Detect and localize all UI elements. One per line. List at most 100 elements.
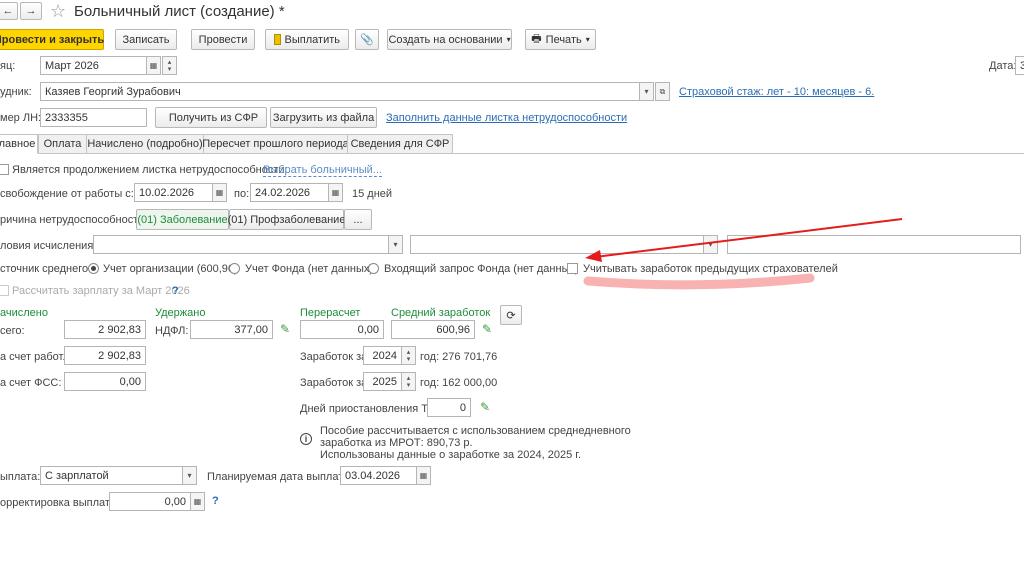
suspend-edit-icon[interactable]: ✎ [480, 400, 490, 414]
tab-main[interactable]: лавное [0, 134, 38, 154]
avg-source-label: сточник среднего: [0, 263, 92, 275]
planned-date-input[interactable]: 03.04.2026 [340, 466, 417, 485]
adjust-help-icon[interactable]: ? [212, 495, 219, 507]
days-count: 15 дней [352, 188, 393, 200]
fss-value: 0,00 [64, 372, 146, 391]
suspend-days-input[interactable]: 0 [427, 398, 471, 417]
select-sick-leave-link[interactable]: Выбрать больничный... [263, 164, 382, 177]
earnings-year2-input[interactable]: 2025 [363, 372, 402, 391]
post-button[interactable]: Провести [191, 29, 255, 50]
adjust-input[interactable]: 0,00 [109, 492, 191, 511]
tab-sfr-info[interactable]: Сведения для СФР [347, 134, 453, 154]
ndfl-edit-icon[interactable]: ✎ [280, 322, 290, 336]
calendar-icon: ▦ [419, 471, 428, 480]
post-and-close-button[interactable]: Провести и закрыть [0, 29, 104, 50]
refresh-button[interactable]: ⟳ [500, 305, 522, 325]
avg-org-label: Учет организации (600,96) [103, 263, 238, 275]
calc-salary-help-icon[interactable]: ? [172, 285, 179, 297]
date-input[interactable]: 3 [1015, 56, 1024, 75]
release-from-label: свобождение от работы с: [0, 188, 134, 200]
conditions-label: ловия исчисления: [0, 240, 97, 252]
avg-fund-label: Учет Фонда (нет данных) [245, 263, 374, 275]
release-from-input[interactable]: 10.02.2026 [134, 183, 213, 202]
tab-payment[interactable]: Оплата [38, 134, 87, 154]
get-from-sfr-button[interactable]: Получить из СФР [155, 107, 267, 128]
calc-salary-label: Рассчитать зарплату за Март 2026 [12, 285, 190, 297]
earnings-year1-input[interactable]: 2024 [363, 346, 402, 365]
avg-org-radio[interactable] [88, 263, 99, 274]
forward-button[interactable]: → [20, 2, 42, 20]
conditions-dropdown-1[interactable]: ▾ [388, 235, 403, 254]
conditions-dropdown-2[interactable]: ▾ [703, 235, 718, 254]
payout-select[interactable]: С зарплатой [40, 466, 183, 485]
avg-fund-radio[interactable] [229, 263, 240, 274]
conditions-input-1[interactable] [93, 235, 389, 254]
ln-number-input[interactable]: 2333355 [40, 108, 147, 127]
prev-insurers-checkbox[interactable] [567, 263, 578, 274]
release-to-input[interactable]: 24.02.2026 [250, 183, 329, 202]
arrow-right-icon: → [25, 5, 37, 17]
month-input[interactable]: Март 2026 [40, 56, 147, 75]
adjust-calculator[interactable]: ▦ [190, 492, 205, 511]
fill-data-link[interactable]: Заполнить данные листка нетрудоспособнос… [386, 112, 627, 124]
chevron-down-icon: ▾ [585, 35, 590, 44]
planned-date-calendar[interactable]: ▦ [416, 466, 431, 485]
month-stepper[interactable]: ▴ ▾ [162, 56, 177, 75]
employer-label: а счет работ.: [0, 351, 69, 363]
avg-earnings-header: Средний заработок [391, 307, 491, 319]
ndfl-label: НДФЛ: [155, 325, 189, 337]
ndfl-value: 377,00 [190, 320, 273, 339]
calendar-icon: ▦ [149, 61, 158, 70]
conditions-input-3[interactable] [727, 235, 1021, 254]
seniority-link[interactable]: Страховой стаж: лет - 10: месяцев - 6. [679, 86, 874, 98]
star-icon[interactable]: ☆ [50, 1, 66, 22]
release-from-calendar[interactable]: ▦ [212, 183, 227, 202]
conditions-input-2[interactable] [410, 235, 704, 254]
employee-label: удник: [0, 86, 32, 98]
earnings-year1-label: Заработок за [300, 351, 368, 363]
employee-open-button[interactable]: ⧉ [655, 82, 670, 101]
create-based-button[interactable]: Создать на основании ▾ [387, 29, 512, 50]
calendar-icon: ▦ [331, 188, 340, 197]
print-button[interactable]: 🖶 Печать ▾ [525, 29, 596, 50]
continuation-checkbox[interactable] [0, 164, 9, 175]
arrow-left-icon: ← [2, 5, 14, 17]
tab-accrued-detailed[interactable]: Начислено (подробно) [86, 134, 204, 154]
save-button[interactable]: Записать [115, 29, 177, 50]
load-from-file-button[interactable]: Загрузить из файла [270, 107, 377, 128]
withheld-header: Удержано [155, 307, 206, 319]
employee-input[interactable]: Казяев Георгий Зурабович [40, 82, 640, 101]
earnings-year2-label: Заработок за [300, 377, 368, 389]
back-button[interactable]: ← [0, 2, 18, 20]
avg-request-radio[interactable] [368, 263, 379, 274]
earnings-year2-stepper[interactable]: ▴ ▾ [401, 372, 416, 391]
calc-salary-checkbox[interactable] [0, 285, 9, 296]
recalc-value: 0,00 [300, 320, 384, 339]
info-line-3: Использованы данные о заработке за 2024,… [320, 449, 582, 461]
refresh-icon: ⟳ [506, 309, 516, 322]
payout-dropdown[interactable]: ▾ [182, 466, 197, 485]
reason-occupational-button[interactable]: (01) Профзаболевание [228, 209, 345, 230]
employee-dropdown[interactable]: ▾ [639, 82, 654, 101]
attach-button[interactable]: 📎 [355, 29, 379, 50]
prev-insurers-label: Учитывать заработок предыдущих страховат… [583, 263, 838, 275]
open-link-icon: ⧉ [659, 86, 666, 96]
employer-value: 2 902,83 [64, 346, 146, 365]
payout-label: ыплата: [0, 471, 41, 483]
continuation-label: Является продолжением листка нетрудоспос… [12, 164, 288, 176]
earnings-year1-stepper[interactable]: ▴ ▾ [401, 346, 416, 365]
avg-edit-icon[interactable]: ✎ [482, 322, 492, 336]
tab-recalc-prev-period[interactable]: Пересчет прошлого периода [202, 134, 349, 154]
chevron-down-icon: ▾ [506, 35, 511, 44]
reason-disease-button[interactable]: (01) Заболевание [136, 209, 229, 230]
pay-button[interactable]: Выплатить [265, 29, 349, 50]
adjust-label: орректировка выплаты: [0, 497, 121, 509]
calendar-button[interactable]: ▦ [146, 56, 161, 75]
date-label: Дата: [989, 60, 1017, 72]
chevron-down-icon: ▾ [708, 240, 713, 249]
avg-earnings-value: 600,96 [391, 320, 475, 339]
release-to-calendar[interactable]: ▦ [328, 183, 343, 202]
suspend-days-label: Дней приостановления ТД: [300, 403, 439, 415]
fss-label: а счет ФСС: [0, 377, 62, 389]
reason-more-button[interactable]: ... [344, 209, 372, 230]
